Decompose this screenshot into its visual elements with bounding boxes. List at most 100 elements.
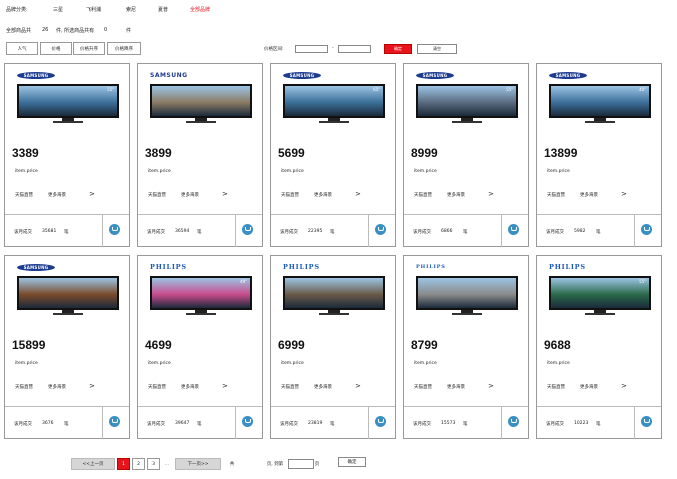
- goto-page-button[interactable]: 确定: [338, 457, 366, 467]
- more-link[interactable]: 更多海景: [314, 384, 332, 390]
- add-to-cart-area[interactable]: [368, 407, 395, 439]
- product-card[interactable]: PHILIPS 6999 item.price 天猫直营 更多海景 > 该月成交 23819 笔: [270, 255, 396, 439]
- brand-sony[interactable]: 索尼: [126, 6, 136, 13]
- chevron-right-icon[interactable]: >: [355, 382, 361, 390]
- shop-link[interactable]: 天猫直营: [148, 192, 166, 198]
- product-image[interactable]: [150, 84, 252, 126]
- shop-link[interactable]: 天猫直营: [281, 192, 299, 198]
- more-link[interactable]: 更多海景: [580, 192, 598, 198]
- product-image[interactable]: 65": [283, 84, 385, 126]
- product-name[interactable]: item.price: [547, 361, 570, 366]
- shop-link[interactable]: 天猫直营: [547, 192, 565, 198]
- add-to-cart-area[interactable]: [235, 215, 262, 247]
- chevron-right-icon[interactable]: >: [355, 190, 361, 198]
- product-image[interactable]: 55": [17, 84, 119, 126]
- product-card[interactable]: SAMSUNG 65" 5699 item.price 天猫直营 更多海景 > 该月成交 223…: [270, 63, 396, 247]
- more-link[interactable]: 更多海景: [314, 192, 332, 198]
- product-name[interactable]: item.price: [281, 169, 304, 174]
- add-to-cart-area[interactable]: [102, 407, 129, 439]
- product-name[interactable]: item.price: [281, 361, 304, 366]
- product-name[interactable]: item.price: [15, 361, 38, 366]
- chevron-right-icon[interactable]: >: [488, 190, 494, 198]
- sort-price-button[interactable]: 价格: [40, 42, 72, 55]
- brand-all[interactable]: 全部品牌: [190, 6, 210, 13]
- add-to-cart-area[interactable]: [634, 407, 661, 439]
- price-clear-button[interactable]: 清空: [417, 44, 457, 54]
- more-link[interactable]: 更多海景: [48, 192, 66, 198]
- product-image[interactable]: 40": [549, 84, 651, 126]
- add-to-cart-area[interactable]: [501, 407, 528, 439]
- more-link[interactable]: 更多海景: [48, 384, 66, 390]
- product-card[interactable]: PHILIPS 49" 4699 item.price 天猫直营 更多海景 > 该月成交 396…: [137, 255, 263, 439]
- more-link[interactable]: 更多海景: [447, 192, 465, 198]
- cart-icon[interactable]: [242, 224, 253, 235]
- product-card[interactable]: PHILIPS 8799 item.price 天猫直营 更多海景 > 该月成交 15573 笔: [403, 255, 529, 439]
- add-to-cart-area[interactable]: [368, 215, 395, 247]
- cart-icon[interactable]: [375, 224, 386, 235]
- product-name[interactable]: item.price: [148, 169, 171, 174]
- shop-link[interactable]: 天猫直营: [547, 384, 565, 390]
- cart-icon[interactable]: [109, 224, 120, 235]
- product-card[interactable]: SAMSUNG 55" 3389 item.price 天猫直营 更多海景 > 该月成交 356…: [4, 63, 130, 247]
- chevron-right-icon[interactable]: >: [222, 382, 228, 390]
- chevron-right-icon[interactable]: >: [621, 190, 627, 198]
- cart-icon[interactable]: [109, 416, 120, 427]
- sort-price-desc-button[interactable]: 价格降序: [107, 42, 141, 55]
- chevron-right-icon[interactable]: >: [222, 190, 228, 198]
- product-name[interactable]: item.price: [414, 361, 437, 366]
- product-card[interactable]: PHILIPS 55" 9688 item.price 天猫直营 更多海景 > 该月成交 102…: [536, 255, 662, 439]
- add-to-cart-area[interactable]: [235, 407, 262, 439]
- price-confirm-button[interactable]: 确定: [384, 44, 412, 54]
- product-name[interactable]: item.price: [15, 169, 38, 174]
- price-max-input[interactable]: [338, 45, 371, 53]
- shop-link[interactable]: 天猫直营: [15, 192, 33, 198]
- product-image[interactable]: 55": [549, 276, 651, 318]
- product-image[interactable]: 49": [150, 276, 252, 318]
- more-link[interactable]: 更多海景: [181, 192, 199, 198]
- cart-icon[interactable]: [508, 224, 519, 235]
- product-image[interactable]: 55": [416, 84, 518, 126]
- product-image[interactable]: [283, 276, 385, 318]
- chevron-right-icon[interactable]: >: [89, 382, 95, 390]
- product-image[interactable]: [17, 276, 119, 318]
- product-card[interactable]: SAMSUNG 40" 13899 item.price 天猫直营 更多海景 > 该月成交 59…: [536, 63, 662, 247]
- product-image[interactable]: [416, 276, 518, 318]
- cart-icon[interactable]: [508, 416, 519, 427]
- cart-icon[interactable]: [242, 416, 253, 427]
- add-to-cart-area[interactable]: [501, 215, 528, 247]
- sort-popularity-button[interactable]: 人气: [6, 42, 38, 55]
- shop-link[interactable]: 天猫直营: [281, 384, 299, 390]
- product-card[interactable]: SAMSUNG 3899 item.price 天猫直营 更多海景 > 该月成交 36594 笔: [137, 63, 263, 247]
- chevron-right-icon[interactable]: >: [89, 190, 95, 198]
- price-min-input[interactable]: [295, 45, 328, 53]
- more-link[interactable]: 更多海景: [181, 384, 199, 390]
- add-to-cart-area[interactable]: [634, 215, 661, 247]
- brand-sharp[interactable]: 夏普: [158, 6, 168, 13]
- cart-icon[interactable]: [375, 416, 386, 427]
- cart-icon[interactable]: [641, 224, 652, 235]
- prev-page-button[interactable]: <<上一页: [71, 458, 115, 470]
- shop-link[interactable]: 天猫直营: [148, 384, 166, 390]
- product-name[interactable]: item.price: [414, 169, 437, 174]
- product-name[interactable]: item.price: [547, 169, 570, 174]
- page-3-button[interactable]: 3: [147, 458, 160, 470]
- next-page-button[interactable]: 下一页>>: [175, 458, 221, 470]
- cart-icon[interactable]: [641, 416, 652, 427]
- chevron-right-icon[interactable]: >: [488, 382, 494, 390]
- brand-samsung[interactable]: 三星: [53, 6, 63, 13]
- shop-link[interactable]: 天猫直营: [15, 384, 33, 390]
- sort-price-asc-button[interactable]: 价格升序: [73, 42, 105, 55]
- page-2-button[interactable]: 2: [132, 458, 145, 470]
- chevron-right-icon[interactable]: >: [621, 382, 627, 390]
- add-to-cart-area[interactable]: [102, 215, 129, 247]
- goto-page-input[interactable]: [288, 459, 314, 469]
- shop-link[interactable]: 天猫直营: [414, 384, 432, 390]
- page-1-button[interactable]: 1: [117, 458, 130, 470]
- product-card[interactable]: SAMSUNG 55" 8999 item.price 天猫直营 更多海景 > 该月成交 686…: [403, 63, 529, 247]
- more-link[interactable]: 更多海景: [580, 384, 598, 390]
- brand-philips[interactable]: 飞利浦: [86, 6, 101, 13]
- more-link[interactable]: 更多海景: [447, 384, 465, 390]
- product-name[interactable]: item.price: [148, 361, 171, 366]
- shop-link[interactable]: 天猫直营: [414, 192, 432, 198]
- product-card[interactable]: SAMSUNG 15899 item.price 天猫直营 更多海景 > 该月成交 3676 笔: [4, 255, 130, 439]
